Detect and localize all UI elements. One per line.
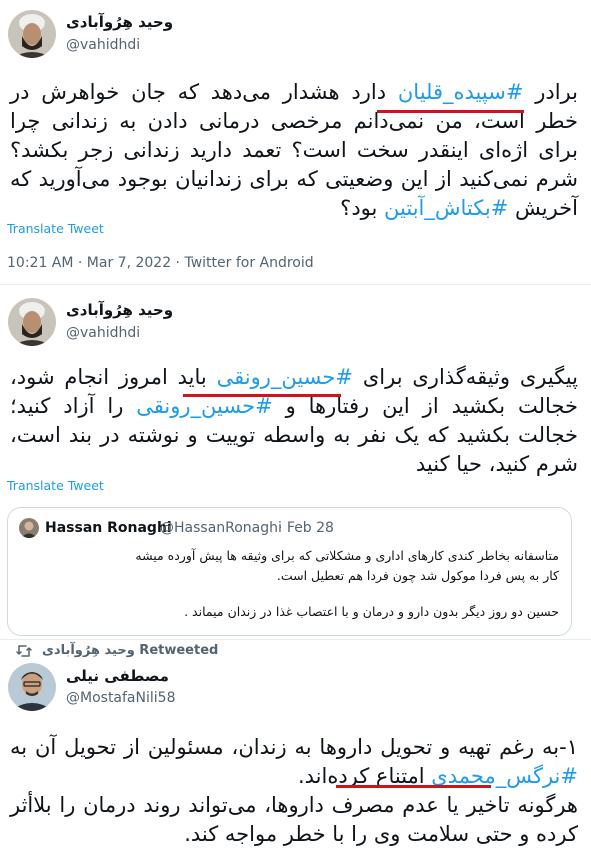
quoted-date: · Feb 28	[278, 520, 334, 536]
display-name[interactable]: وحید هِرُوآبادی	[66, 13, 173, 31]
quoted-text-line: کار به پس فردا موکول شد چون فردا هم تعطی…	[276, 568, 559, 583]
quoted-tweet[interactable]: Hassan Ronaghi @HassanRonaghi · Feb 28 م…	[7, 507, 572, 636]
tweet-text-segment: پیگیری وثیقه‌گذاری برای	[353, 365, 578, 389]
tweet-metadata: 10:21 AM · Mar 7, 2022 · Twitter for And…	[7, 255, 314, 271]
tweet-text: برادر #سپیده_قلیان دارد هشدار می‌دهد که …	[10, 78, 578, 223]
highlight-underline	[336, 785, 491, 788]
avatar[interactable]	[8, 298, 56, 346]
quoted-avatar	[19, 518, 39, 538]
divider	[0, 639, 591, 640]
hashtag-link[interactable]: #سپیده_قلیان	[398, 80, 524, 104]
retweeted-label[interactable]: وحید هِرُوآبادی Retweeted	[42, 643, 218, 658]
tweet-text: ۱-به رغم تهیه و تحویل داروها به زندان، م…	[10, 733, 578, 791]
tweet-text-segment: برادر	[523, 80, 578, 104]
hashtag-link[interactable]: #حسین_رونقی	[217, 365, 353, 389]
tweet-text: پیگیری وثیقه‌گذاری برای #حسین_رونقی باید…	[10, 363, 578, 479]
display-name[interactable]: وحید هِرُوآبادی	[66, 301, 173, 319]
highlight-underline	[183, 394, 341, 397]
user-handle[interactable]: @vahidhdi	[66, 325, 140, 341]
tweet-text-segment: بود؟	[340, 196, 385, 220]
avatar[interactable]	[8, 10, 56, 58]
quoted-handle: @HassanRonaghi	[160, 520, 282, 536]
hashtag-link[interactable]: #بکتاش_آبتین	[384, 196, 508, 220]
tweet-text-paragraph: هرگونه تاخیر یا عدم مصرف داروها، می‌توان…	[10, 793, 578, 846]
quoted-text-line: متاسفانه بخاطر کندی کارهای اداری و مشکلا…	[135, 548, 559, 563]
tweet-text-segment: ۱-به رغم تهیه و تحویل داروها به زندان، م…	[10, 735, 578, 759]
user-handle[interactable]: @MostafaNili58	[66, 690, 175, 706]
divider	[0, 284, 591, 285]
retweet-icon	[16, 643, 32, 662]
highlight-underline	[377, 110, 524, 113]
hashtag-link[interactable]: #حسین_رونقی	[136, 394, 272, 418]
quoted-text-line: حسین دو روز دیگر بدون دارو و درمان و با …	[184, 604, 559, 619]
translate-tweet-link[interactable]: Translate Tweet	[7, 221, 104, 236]
quoted-display-name: Hassan Ronaghi	[45, 520, 172, 536]
display-name[interactable]: مصطفی نیلی	[66, 667, 169, 685]
avatar[interactable]	[8, 663, 56, 711]
user-handle[interactable]: @vahidhdi	[66, 37, 140, 53]
translate-tweet-link[interactable]: Translate Tweet	[7, 478, 104, 493]
